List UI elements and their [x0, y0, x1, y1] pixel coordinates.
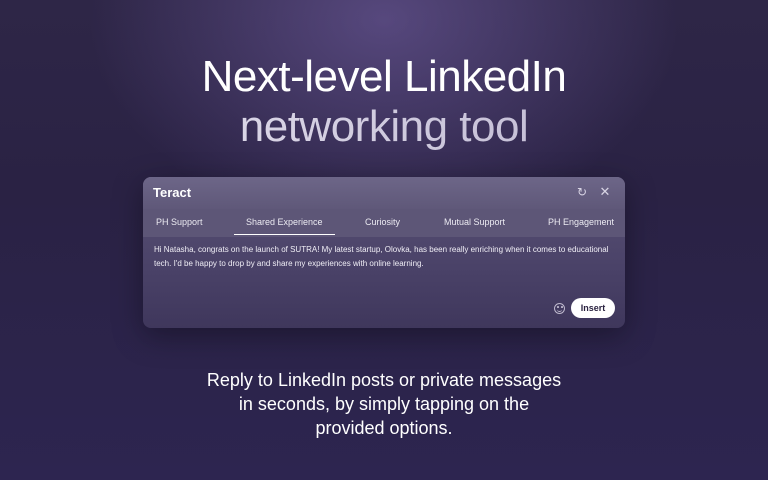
subtitle-line1: Reply to LinkedIn posts or private messa…: [206, 370, 562, 390]
subtitle: Reply to LinkedIn posts or private messa…: [0, 368, 768, 440]
hero-title: Next-level LinkedIn networking tool: [0, 52, 768, 152]
tab-ph-engagement[interactable]: PH Engagement: [548, 217, 614, 227]
app-title: Teract: [153, 185, 192, 200]
emoji-icon[interactable]: [554, 303, 565, 314]
hero-title-line2: networking tool: [0, 102, 768, 152]
subtitle-line2: in seconds, by simply tapping on the: [238, 394, 530, 414]
tab-bar: PH Support Shared Experience Curiosity M…: [143, 209, 625, 237]
tab-shared-experience[interactable]: Shared Experience: [234, 217, 335, 235]
tab-curiosity[interactable]: Curiosity: [365, 217, 400, 227]
subtitle-line3: provided options.: [315, 418, 453, 438]
reply-panel: Teract ↻ ✕ PH Support Shared Experience …: [143, 177, 625, 328]
panel-header: Teract ↻ ✕: [143, 177, 625, 209]
insert-button[interactable]: Insert: [571, 298, 615, 318]
refresh-icon[interactable]: ↻: [574, 184, 590, 200]
reply-message[interactable]: Hi Natasha, congrats on the launch of SU…: [154, 243, 614, 271]
tab-mutual-support[interactable]: Mutual Support: [444, 217, 505, 227]
hero-title-line1: Next-level LinkedIn: [201, 52, 567, 101]
tab-ph-support[interactable]: PH Support: [156, 217, 203, 227]
close-icon[interactable]: ✕: [597, 184, 613, 200]
